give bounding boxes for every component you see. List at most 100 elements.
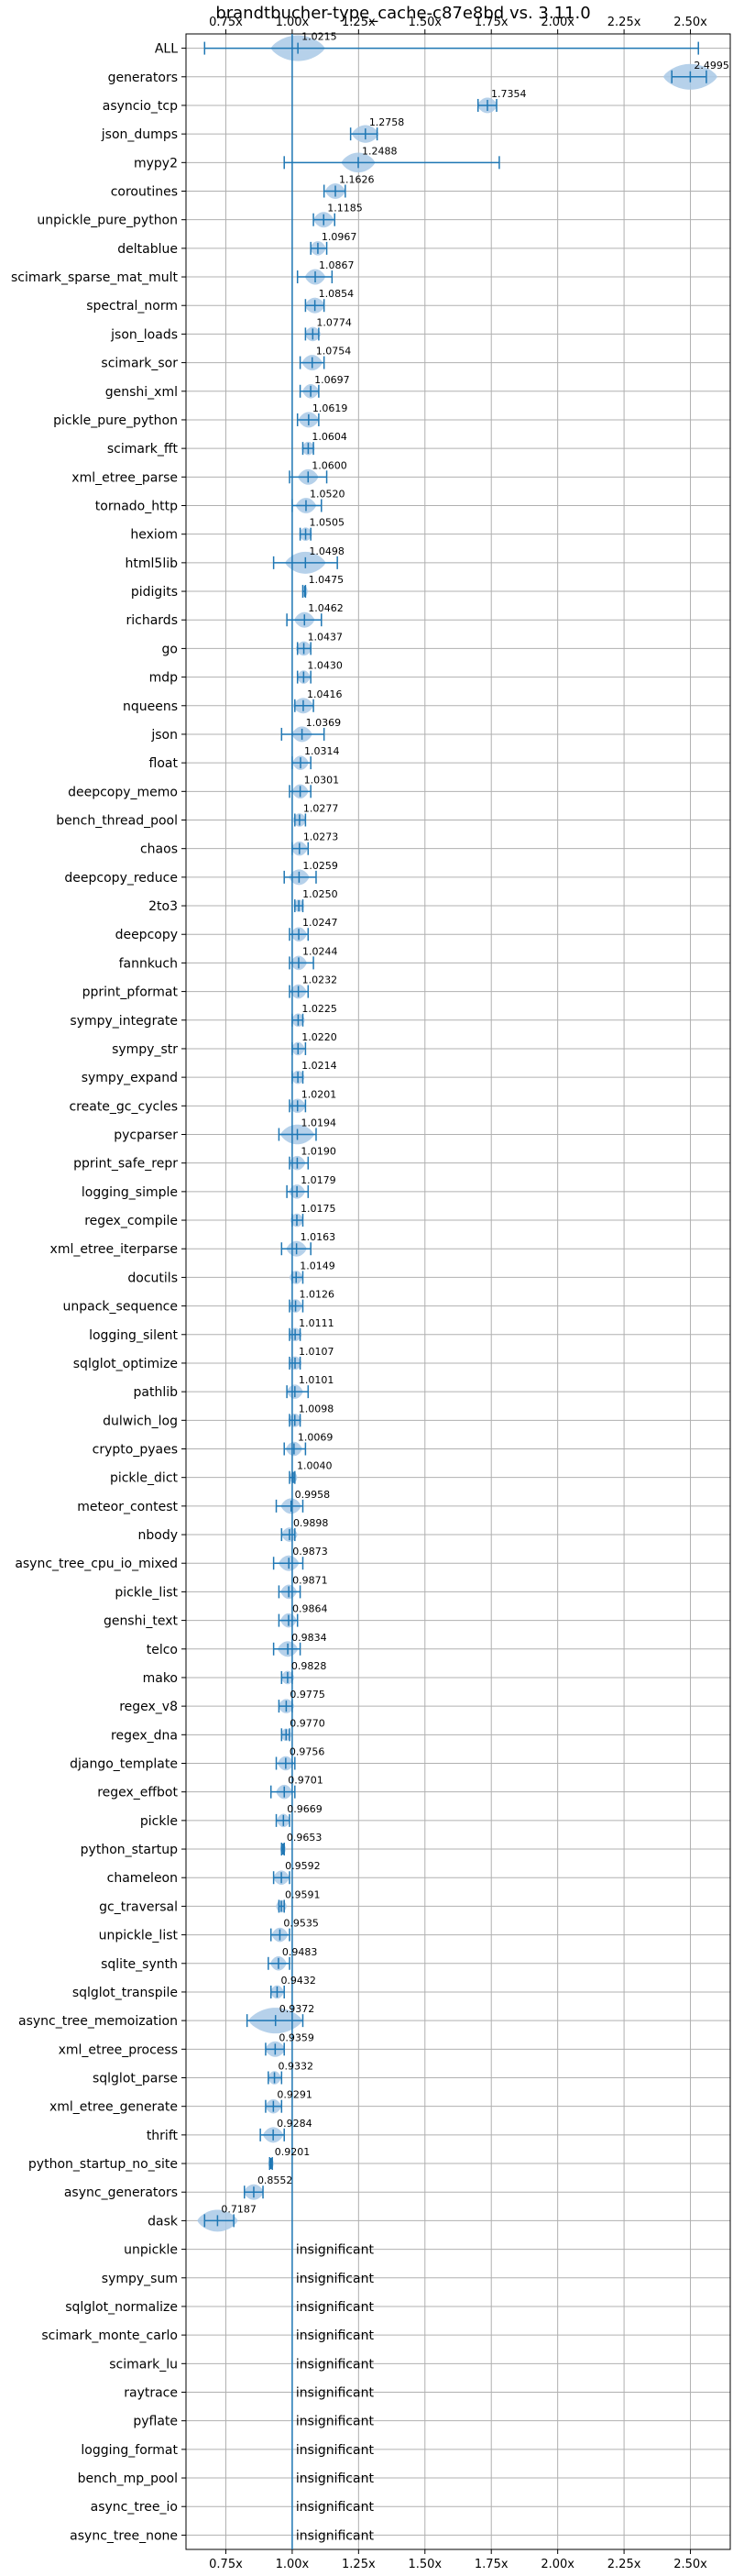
value-label: 0.9770 [290, 1717, 325, 1729]
category-label: logging_simple [82, 1185, 178, 1200]
value-label: 1.0967 [322, 231, 357, 243]
category-label: sympy_expand [82, 1071, 178, 1085]
category-label: thrift [147, 2129, 179, 2143]
insignificant-label: insignificant [296, 2300, 375, 2315]
category-label: regex_v8 [119, 1700, 178, 1714]
value-label: 1.0215 [301, 31, 337, 43]
value-label: 1.0314 [304, 745, 340, 757]
category-label: python_startup [81, 1843, 178, 1857]
value-label: 0.9332 [279, 2061, 314, 2073]
value-label: 1.0774 [316, 316, 352, 328]
category-label: django_template [70, 1757, 178, 1772]
category-label: richards [126, 613, 179, 628]
category-label: sqlite_synth [101, 1957, 178, 1972]
marks-group [197, 34, 718, 2549]
value-label: 1.0520 [310, 489, 345, 501]
value-label: 1.0244 [302, 945, 338, 957]
x-tick-label-bottom: 0.75x [209, 2558, 243, 2571]
value-label: 0.9756 [290, 1746, 325, 1758]
category-label: pidigits [131, 585, 178, 600]
value-label: 0.8552 [257, 2174, 293, 2186]
value-label: 1.0259 [302, 860, 338, 872]
category-label: json [150, 728, 178, 743]
category-label: scimark_monte_carlo [41, 2328, 178, 2343]
category-label: deltablue [117, 242, 178, 257]
value-label: 0.9432 [280, 1975, 316, 1987]
x-tick-label-top: 0.75x [209, 16, 243, 29]
category-label: meteor_contest [77, 1500, 178, 1514]
x-tick-label-top: 2.50x [673, 16, 707, 29]
category-label: scimark_sparse_mat_mult [11, 270, 178, 285]
value-label: 1.0069 [298, 1432, 334, 1444]
category-label: pprint_pformat [82, 985, 179, 1000]
category-label: pprint_safe_repr [73, 1157, 178, 1172]
category-label: raytrace [124, 2386, 178, 2401]
value-label: 0.9535 [283, 1918, 319, 1930]
category-label: scimark_fft [107, 442, 179, 457]
value-label: 1.0430 [307, 660, 343, 672]
category-label: crypto_pyaes [93, 1443, 178, 1458]
value-label: 1.0273 [303, 831, 339, 843]
value-label: 1.0220 [301, 1031, 337, 1043]
category-label: html5lib [126, 556, 179, 571]
value-label: 0.9871 [292, 1574, 328, 1586]
chart-title: brandtbucher-type_cache-c87e8bd vs. 3.11… [215, 4, 590, 23]
category-label: async_tree_cpu_io_mixed [15, 1557, 178, 1571]
value-label: 0.7187 [221, 2203, 257, 2215]
category-label: pycparser [114, 1128, 178, 1143]
category-label: unpack_sequence [63, 1300, 178, 1315]
category-label: deepcopy_memo [68, 785, 178, 799]
category-label: async_tree_none [70, 2528, 178, 2543]
category-label: regex_dna [111, 1728, 178, 1743]
category-label: genshi_text [104, 1614, 179, 1629]
value-label: 1.0619 [312, 402, 348, 414]
category-label: async_tree_memoization [18, 2014, 178, 2029]
x-tick-label-bottom: 2.50x [673, 2558, 707, 2571]
category-label: sqlglot_normalize [65, 2300, 178, 2315]
value-label: 0.9591 [285, 1888, 321, 1900]
category-label: pickle_list [115, 1585, 178, 1600]
category-label: logging_silent [89, 1328, 178, 1343]
x-tick-label-bottom: 1.50x [408, 2558, 442, 2571]
category-label: regex_compile [84, 1214, 178, 1228]
category-label: unpickle_list [99, 1929, 179, 1943]
insignificant-label: insignificant [296, 2415, 375, 2429]
value-label: 1.2758 [369, 116, 405, 128]
insignificant-label: insignificant [296, 2443, 375, 2458]
value-label: 0.9359 [279, 2031, 314, 2043]
category-label: python_startup_no_site [28, 2157, 178, 2172]
value-label: 1.0754 [316, 346, 352, 358]
category-label: 2to3 [148, 899, 178, 914]
value-label: 1.0190 [301, 1146, 336, 1158]
category-label: gc_traversal [99, 1899, 178, 1914]
value-label: 1.0867 [319, 259, 355, 271]
x-tick-label-bottom: 1.25x [342, 2558, 376, 2571]
category-label: pathlib [134, 1385, 179, 1400]
category-label: chaos [140, 842, 178, 857]
category-label: float [149, 756, 179, 771]
value-label: 1.0179 [301, 1174, 336, 1186]
category-label: telco [147, 1643, 178, 1657]
value-label: 1.0098 [299, 1403, 334, 1415]
chart-container: brandtbucher-type_cache-c87e8bd vs. 3.11… [0, 0, 733, 2576]
value-label: 0.9592 [285, 1860, 321, 1872]
text-group: 0.75x 0.75x 1.00x 1.00x 1.25x 1.25x 1.50x 1.50x… [11, 16, 729, 2571]
x-tick-label-top: 1.00x [276, 16, 310, 29]
category-label: xml_etree_parse [71, 470, 178, 485]
value-label: 1.0250 [302, 888, 338, 900]
x-tick-label-top: 1.50x [408, 16, 442, 29]
category-label: async_generators [64, 2185, 178, 2200]
category-label: nbody [138, 1528, 179, 1543]
value-label: 1.0107 [299, 1346, 334, 1358]
category-label: hexiom [130, 528, 178, 543]
value-label: 0.9372 [279, 2003, 315, 2015]
value-label: 0.9653 [287, 1832, 323, 1844]
value-label: 1.1626 [339, 174, 375, 186]
category-label: mdp [149, 671, 179, 686]
category-label: sympy_str [112, 1042, 178, 1057]
value-label: 1.0175 [301, 1203, 336, 1215]
x-tick-label-top: 1.25x [342, 16, 376, 29]
category-label: spectral_norm [86, 299, 178, 314]
value-label: 1.0201 [301, 1088, 337, 1100]
value-label: 1.0232 [302, 974, 338, 986]
